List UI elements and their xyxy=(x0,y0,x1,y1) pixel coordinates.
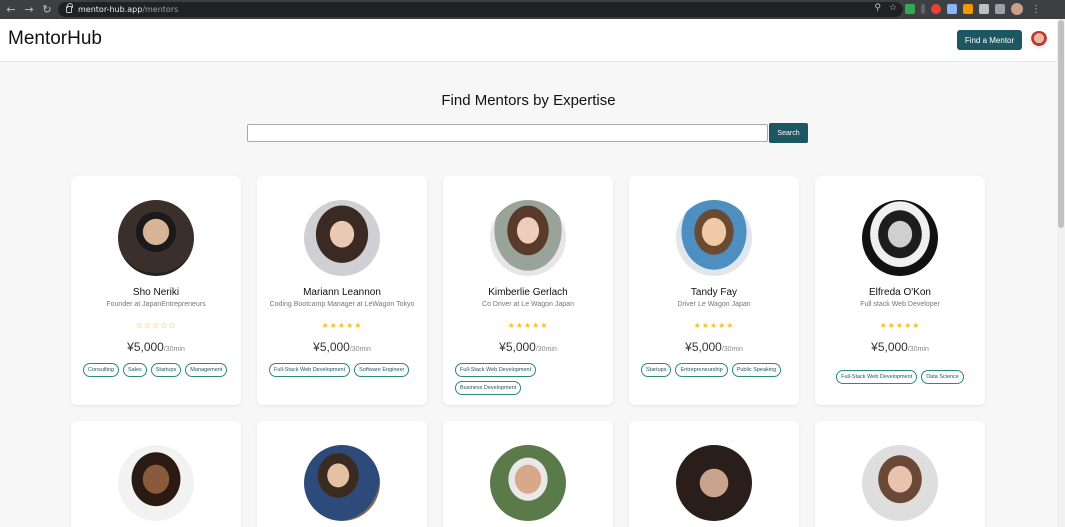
tag-list: Startups Entrepreneurship Public Speakin… xyxy=(641,363,791,377)
search-button[interactable]: Search xyxy=(769,123,808,143)
extension-icon[interactable] xyxy=(905,4,915,14)
mentor-card[interactable]: Sho Neriki Founder at JapanEntrepreneurs… xyxy=(71,176,241,405)
mentor-price: ¥5,000/30min xyxy=(871,340,929,354)
tag[interactable]: Entrepreneurship xyxy=(675,363,728,377)
mentor-price: ¥5,000/30min xyxy=(499,340,557,354)
extension-icon[interactable] xyxy=(947,4,957,14)
extension-icon[interactable] xyxy=(931,4,941,14)
mentor-card[interactable] xyxy=(629,421,799,527)
mentor-avatar xyxy=(862,200,938,276)
menu-dots-icon[interactable]: ⋮ xyxy=(1031,4,1041,15)
user-avatar[interactable] xyxy=(1030,31,1048,49)
mentor-price: ¥5,000/30min xyxy=(685,340,743,354)
tag[interactable]: Data Science xyxy=(921,370,964,384)
zoom-icon[interactable]: ⚲ xyxy=(874,3,881,13)
mentor-avatar xyxy=(490,445,566,521)
back-icon[interactable]: ← xyxy=(4,3,18,17)
mentor-role: Co Driver at Le Wagon Japan xyxy=(482,301,574,308)
mentor-role: Founder at JapanEntrepreneurs xyxy=(106,301,206,308)
tag-list: Full-Stack Web Development Software Engi… xyxy=(269,363,419,377)
mentor-card[interactable]: Mariann Leannon Coding Bootcamp Manager … xyxy=(257,176,427,405)
mentor-avatar xyxy=(118,445,194,521)
tag[interactable]: Business Development xyxy=(455,381,522,395)
address-bar[interactable]: mentor-hub.app/mentors ⚲ ☆ xyxy=(58,2,903,17)
mentor-role: Full stack Web Developer xyxy=(860,301,940,308)
mentor-avatar xyxy=(676,445,752,521)
tag[interactable]: Management xyxy=(185,363,228,377)
mentor-card[interactable] xyxy=(815,421,985,527)
logo[interactable]: MentorHub xyxy=(8,28,102,50)
extensions-tray: ⋮ xyxy=(905,3,1041,15)
mentor-avatar xyxy=(304,445,380,521)
mentor-name: Kimberlie Gerlach xyxy=(488,287,568,298)
tag[interactable]: Full-Stack Web Development xyxy=(836,370,918,384)
mentor-avatar xyxy=(676,200,752,276)
profile-avatar[interactable] xyxy=(1011,3,1023,15)
tag[interactable]: Consulting xyxy=(83,363,119,377)
search-input[interactable] xyxy=(247,124,768,142)
tag[interactable]: Public Speaking xyxy=(731,363,782,377)
mentor-avatar xyxy=(490,200,566,276)
rating-stars: ★★★★★ xyxy=(693,321,735,330)
mentor-name: Tandy Fay xyxy=(690,287,738,298)
mentor-name: Mariann Leannon xyxy=(303,287,381,298)
rating-stars: ★★★★★ xyxy=(879,321,921,330)
rating-stars: ★★★★★ xyxy=(507,321,549,330)
reload-icon[interactable]: ↻ xyxy=(40,3,54,17)
mentor-avatar xyxy=(862,445,938,521)
mentor-role: Coding Bootcamp Manager at LeWagon Tokyo xyxy=(269,301,415,308)
mentor-card[interactable] xyxy=(71,421,241,527)
find-mentor-button[interactable]: Find a Mentor xyxy=(957,30,1022,50)
mentor-name: Elfreda O'Kon xyxy=(869,287,931,298)
extension-icon[interactable] xyxy=(921,4,925,14)
rating-stars: ★★★★★ xyxy=(321,321,363,330)
tag-list: Consulting Sales Startups Management xyxy=(83,363,233,377)
mentor-name: Sho Neriki xyxy=(132,287,180,298)
mentor-card[interactable]: Elfreda O'Kon Full stack Web Developer ★… xyxy=(815,176,985,405)
app-header: MentorHub Find a Mentor xyxy=(0,19,1057,62)
tag[interactable]: Software Engineer xyxy=(354,363,410,377)
main-content: Find Mentors by Expertise Search Sho Ner… xyxy=(0,62,1057,527)
page-title: Find Mentors by Expertise xyxy=(441,92,616,109)
rating-stars: ☆☆☆☆☆ xyxy=(135,321,177,330)
mentor-avatar xyxy=(118,200,194,276)
url-text: mentor-hub.app/mentors xyxy=(78,5,179,14)
forward-icon[interactable]: → xyxy=(22,3,36,17)
page-scrollbar[interactable] xyxy=(1057,19,1065,527)
scroll-thumb[interactable] xyxy=(1058,20,1064,228)
browser-toolbar: ← → ↻ mentor-hub.app/mentors ⚲ ☆ ⋮ xyxy=(0,0,1065,19)
reading-list-icon[interactable] xyxy=(995,4,1005,14)
mentor-card[interactable]: Tandy Fay Driver Le Wagon Japan ★★★★★ ¥5… xyxy=(629,176,799,405)
mentor-card[interactable] xyxy=(443,421,613,527)
tag[interactable]: Startups xyxy=(641,363,672,377)
extension-icon[interactable] xyxy=(963,4,973,14)
bookmark-star-icon[interactable]: ☆ xyxy=(889,3,897,13)
tag[interactable]: Full-Stack Web Development xyxy=(455,363,537,377)
tag[interactable]: Full-Stack Web Development xyxy=(269,363,351,377)
lock-icon xyxy=(66,3,73,13)
mentor-role: Driver Le Wagon Japan xyxy=(677,301,751,308)
puzzle-icon[interactable] xyxy=(979,4,989,14)
tag-list: Full-Stack Web Development Business Deve… xyxy=(455,363,605,395)
tag[interactable]: Startups xyxy=(150,363,182,377)
mentor-price: ¥5,000/30min xyxy=(313,340,371,354)
tag-list: Full-Stack Web Development Data Science xyxy=(825,370,975,384)
mentor-price: ¥5,000/30min xyxy=(127,340,185,354)
mentor-card[interactable] xyxy=(257,421,427,527)
mentor-avatar xyxy=(304,200,380,276)
tag[interactable]: Sales xyxy=(123,363,147,377)
mentor-card[interactable]: Kimberlie Gerlach Co Driver at Le Wagon … xyxy=(443,176,613,405)
